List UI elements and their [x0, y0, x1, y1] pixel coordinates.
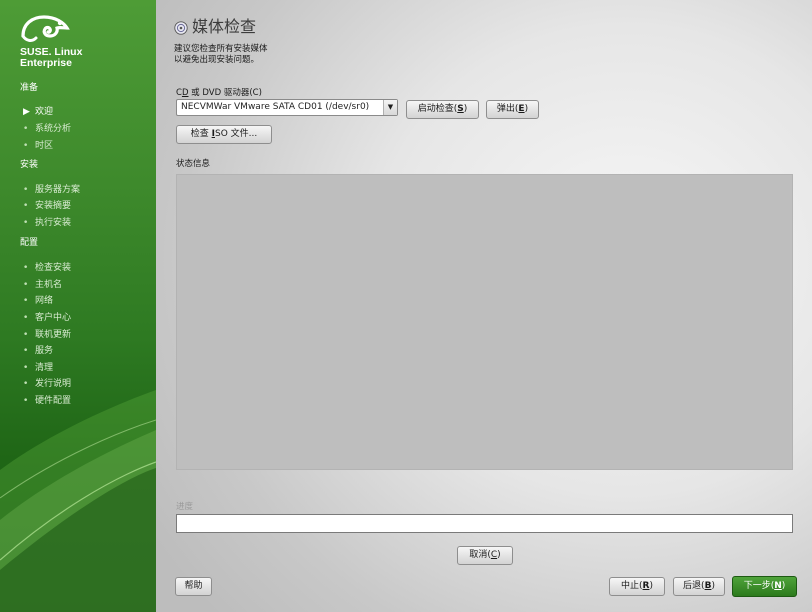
main-content: 媒体检查 建议您检查所有安装媒体 以避免出现安装问题。 CD 或 DVD 驱动器…: [156, 0, 812, 612]
page-title: 媒体检查: [174, 13, 256, 39]
progress-bar: [176, 514, 793, 533]
nav-item-services: • 服务: [23, 346, 54, 356]
progress-label: 进度: [176, 502, 194, 512]
cancel-button[interactable]: 取消(C): [457, 546, 513, 565]
description-line1: 建议您检查所有安装媒体: [174, 44, 268, 54]
status-info-panel[interactable]: [176, 174, 793, 470]
nav-item-server-scenario: • 服务器方案: [23, 185, 81, 195]
help-button[interactable]: 帮助: [175, 577, 212, 596]
nav-item-hostname: • 主机名: [23, 280, 63, 290]
nav-item-hardware-config: • 硬件配置: [23, 396, 72, 406]
sidebar: SUSE. Linux Enterprise 准备 ▶ 欢迎 • 系统分析 • 时区 …: [0, 0, 156, 612]
nav-section-install: 安装: [20, 160, 39, 170]
abort-button[interactable]: 中止(R): [609, 577, 665, 596]
brand-name: SUSE. Linux Enterprise: [20, 47, 82, 69]
drive-select-value: NECVMWar VMware SATA CD01 (/dev/sr0): [181, 102, 370, 112]
check-iso-file-button[interactable]: 检查 ISO 文件...: [176, 125, 272, 144]
next-button[interactable]: 下一步(N): [732, 576, 797, 597]
nav-item-cleanup: • 清理: [23, 363, 54, 373]
nav-item-customer-center: • 客户中心: [23, 313, 72, 323]
nav-item-perform-install: • 执行安装: [23, 218, 72, 228]
nav-section-configure: 配置: [20, 238, 39, 248]
nav-item-system-analysis: • 系统分析: [23, 124, 72, 134]
back-button[interactable]: 后退(B): [673, 577, 725, 596]
chevron-down-icon[interactable]: ▼: [383, 100, 397, 115]
status-info-label: 状态信息: [176, 159, 211, 169]
drive-label: CD 或 DVD 驱动器(C): [176, 88, 262, 98]
media-check-icon: [174, 20, 188, 39]
suse-chameleon-icon: [20, 14, 72, 47]
nav-section-prepare: 准备: [20, 83, 39, 93]
nav-item-network: • 网络: [23, 296, 54, 306]
nav-item-timezone: • 时区: [23, 141, 54, 151]
nav-item-check-install: • 检查安装: [23, 263, 72, 273]
nav-item-release-notes: • 发行说明: [23, 379, 72, 389]
page-title-text: 媒体检查: [192, 17, 257, 36]
nav-item-welcome: ▶ 欢迎: [23, 107, 54, 117]
nav-item-install-summary: • 安装摘要: [23, 201, 72, 211]
page-description: 建议您检查所有安装媒体 以避免出现安装问题。: [174, 44, 268, 66]
nav-item-online-update: • 联机更新: [23, 330, 72, 340]
start-check-button[interactable]: 启动检查(S): [406, 100, 479, 119]
drive-select[interactable]: NECVMWar VMware SATA CD01 (/dev/sr0) ▼: [176, 99, 398, 116]
description-line2: 以避免出现安装问题。: [174, 55, 260, 65]
eject-button[interactable]: 弹出(E): [486, 100, 539, 119]
brand-line2: Enterprise: [20, 57, 72, 69]
